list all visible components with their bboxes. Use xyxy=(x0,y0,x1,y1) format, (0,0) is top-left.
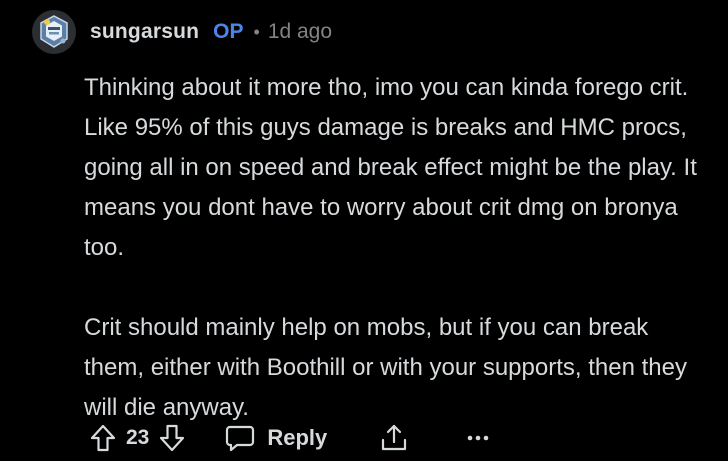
comment-paragraph: Crit should mainly help on mobs, but if … xyxy=(84,314,687,421)
avatar[interactable] xyxy=(32,10,76,54)
more-dots-icon[interactable] xyxy=(467,433,489,443)
comment-header: sungarsun OP • 1d ago xyxy=(32,10,332,54)
op-badge: OP xyxy=(213,20,244,43)
reply-button[interactable]: Reply xyxy=(225,424,327,452)
comment-body: Thinking about it more tho, imo you can … xyxy=(84,68,704,428)
comment-paragraph: Thinking about it more tho, imo you can … xyxy=(84,74,697,261)
avatar-image xyxy=(32,10,76,54)
comment: sungarsun OP • 1d ago Thinking about it … xyxy=(0,0,728,461)
comment-author[interactable]: sungarsun xyxy=(90,20,199,44)
downvote-arrow-icon[interactable] xyxy=(159,424,185,452)
speech-bubble-icon xyxy=(226,425,255,452)
vote-count: 23 xyxy=(126,426,150,449)
reply-label: Reply xyxy=(267,425,328,450)
share-icon[interactable] xyxy=(379,423,409,453)
comment-timestamp: 1d ago xyxy=(267,20,333,43)
meta-separator: • xyxy=(253,21,260,42)
upvote-arrow-icon[interactable] xyxy=(90,424,116,452)
comment-action-bar: 23 Reply xyxy=(90,418,489,458)
